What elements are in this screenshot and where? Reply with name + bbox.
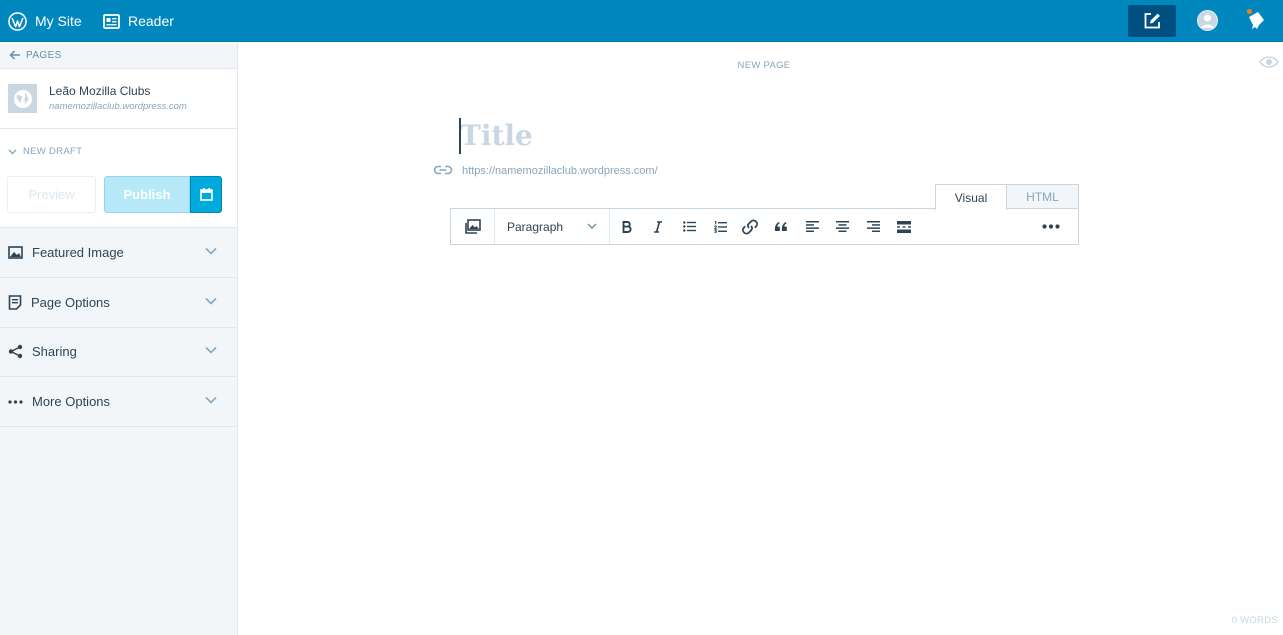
my-site-link[interactable]: My Site (8, 0, 82, 42)
eye-icon[interactable] (1259, 55, 1279, 69)
preview-button[interactable]: Preview (7, 176, 96, 213)
featured-image-section[interactable]: Featured Image (0, 228, 237, 278)
wordpress-logo-icon (8, 11, 27, 31)
featured-image-label: Featured Image (32, 245, 124, 260)
text-caret (459, 118, 461, 154)
back-label: PAGES (26, 49, 62, 61)
permalink-url[interactable]: https://namemozillaclub.wordpress.com/ (462, 165, 658, 177)
editor-sidebar: PAGES Leão Mozilla Clubs namemozillaclub… (0, 42, 238, 635)
insert-link-button[interactable] (739, 209, 761, 244)
back-to-pages-link[interactable]: PAGES (0, 42, 237, 69)
my-site-label: My Site (35, 13, 82, 29)
post-status-label: NEW DRAFT (23, 146, 83, 157)
site-url: namemozillaclub.wordpress.com (49, 101, 187, 112)
calendar-icon (199, 188, 213, 201)
paragraph-format-select[interactable]: Paragraph (495, 209, 610, 244)
notification-indicator (1246, 8, 1253, 15)
write-icon (1144, 13, 1160, 29)
link-icon (742, 219, 758, 234)
site-icon (8, 84, 37, 113)
status-panel: NEW DRAFT Preview Publish (0, 129, 237, 228)
more-options-label: More Options (32, 394, 111, 409)
italic-icon (654, 220, 662, 233)
title-input[interactable] (460, 117, 1060, 154)
chevron-down-icon (205, 396, 217, 404)
reader-icon (103, 13, 120, 29)
media-icon (464, 219, 481, 234)
quote-icon (774, 222, 787, 231)
bold-icon (622, 220, 632, 233)
toolbar-toggle-button[interactable] (1036, 209, 1066, 244)
numbered-list-icon (713, 220, 727, 233)
more-options-section[interactable]: More Options (0, 377, 237, 427)
arrow-left-icon (9, 50, 20, 60)
italic-button[interactable] (648, 209, 668, 244)
publish-button[interactable]: Publish (104, 176, 190, 213)
post-status-toggle[interactable]: NEW DRAFT (8, 146, 82, 157)
bold-button[interactable] (617, 209, 637, 244)
chevron-down-icon (205, 297, 217, 305)
reader-link[interactable]: Reader (103, 0, 174, 42)
chevron-down-icon (205, 346, 217, 354)
chevron-down-icon (205, 247, 217, 255)
sharing-section[interactable]: Sharing (0, 327, 237, 377)
align-left-icon (805, 221, 819, 232)
editor-header-label: NEW PAGE (737, 60, 791, 71)
link-icon[interactable] (433, 163, 453, 177)
site-card[interactable]: Leão Mozilla Clubs namemozillaclub.wordp… (0, 69, 237, 129)
page-options-section[interactable]: Page Options (0, 278, 237, 328)
tab-visual[interactable]: Visual (935, 184, 1007, 210)
masterbar: My Site Reader (0, 0, 1283, 42)
add-media-button[interactable] (451, 209, 495, 244)
tab-html[interactable]: HTML (1006, 184, 1079, 209)
more-icon (1042, 224, 1060, 229)
bullet-list-button[interactable] (678, 209, 700, 244)
editor-mode-tabs: Visual HTML (935, 184, 1079, 210)
page-options-label: Page Options (31, 295, 110, 310)
editor-toolbar: Paragraph (450, 208, 1079, 245)
write-button[interactable] (1128, 5, 1176, 37)
format-select-label: Paragraph (507, 219, 564, 234)
page-icon (8, 295, 22, 310)
reader-label: Reader (128, 13, 174, 29)
align-left-button[interactable] (801, 209, 823, 244)
align-center-button[interactable] (831, 209, 853, 244)
word-count: 0 WORDS (1231, 615, 1278, 626)
align-center-icon (835, 221, 849, 232)
read-more-button[interactable] (893, 209, 915, 244)
image-icon (8, 246, 23, 259)
site-name: Leão Mozilla Clubs (49, 84, 151, 98)
ellipsis-icon (8, 399, 23, 404)
sharing-label: Sharing (32, 344, 77, 359)
share-icon (8, 344, 23, 359)
schedule-button[interactable] (190, 176, 222, 213)
avatar-icon[interactable] (1197, 10, 1218, 31)
align-right-icon (866, 221, 880, 232)
numbered-list-button[interactable] (709, 209, 731, 244)
chevron-down-icon (587, 223, 597, 229)
bullet-list-icon (682, 221, 696, 232)
blockquote-button[interactable] (770, 209, 792, 244)
align-right-button[interactable] (862, 209, 884, 244)
read-more-icon (897, 220, 911, 233)
chevron-down-icon (8, 149, 17, 154)
globe-icon (13, 89, 32, 108)
